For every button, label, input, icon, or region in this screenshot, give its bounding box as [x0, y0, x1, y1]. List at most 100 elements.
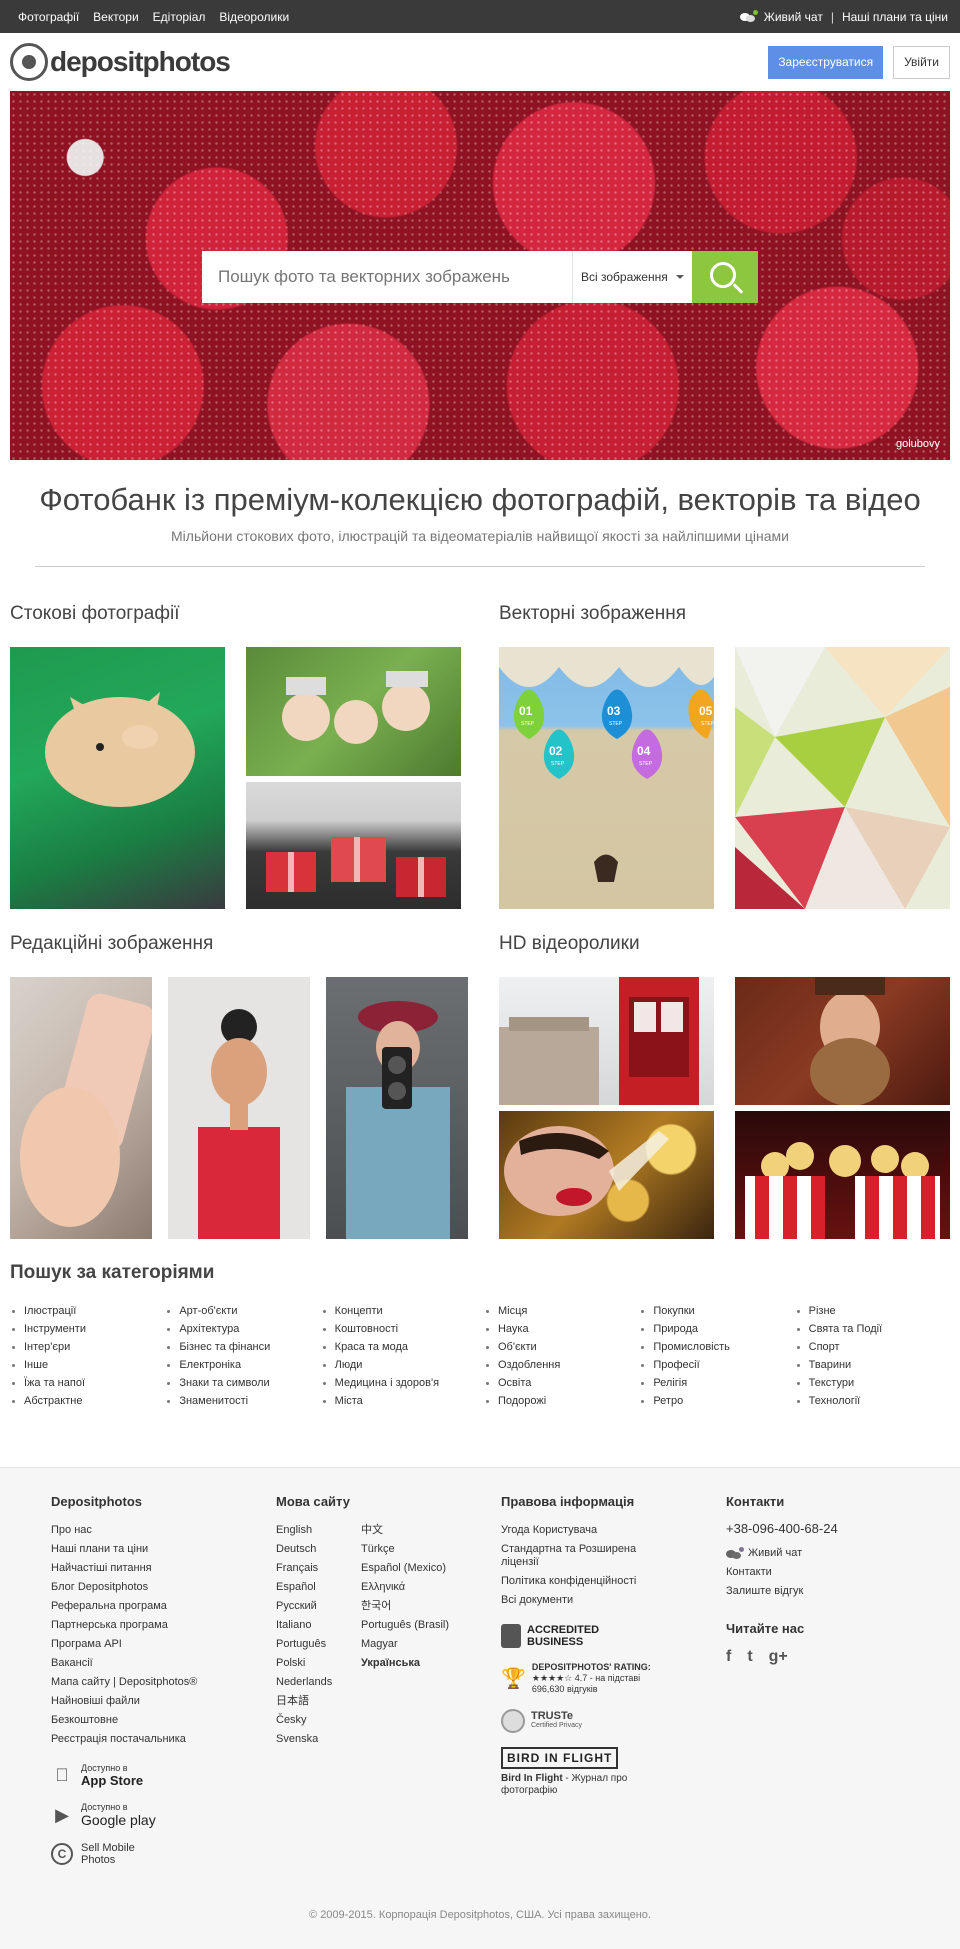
category-link[interactable]: Інше	[10, 1356, 165, 1374]
footer-link[interactable]: Всі документи	[501, 1591, 651, 1610]
stock-section-title[interactable]: Стокові фотографії	[10, 603, 180, 625]
stock-image-fox[interactable]	[10, 647, 225, 909]
language-link[interactable]: Nederlands	[276, 1673, 361, 1692]
language-link[interactable]: English	[276, 1521, 361, 1540]
search-button[interactable]	[692, 251, 758, 303]
vector-image-polygons[interactable]	[735, 647, 950, 909]
nav-videos[interactable]: Відеоролики	[219, 10, 289, 24]
category-link[interactable]: Медицина і здоров'я	[321, 1374, 476, 1392]
video-image-bearded-man[interactable]	[735, 977, 950, 1105]
editorial-image-model[interactable]	[168, 977, 310, 1239]
footer-link[interactable]: Наші плани та ціни	[51, 1540, 197, 1559]
category-link[interactable]: Релігія	[639, 1374, 794, 1392]
category-link[interactable]: Концепти	[321, 1302, 476, 1320]
stock-image-kids[interactable]	[246, 647, 461, 776]
nav-vectors[interactable]: Вектори	[93, 10, 138, 24]
category-link[interactable]: Тварини	[795, 1356, 950, 1374]
category-link[interactable]: Краса та мода	[321, 1338, 476, 1356]
bird-in-flight-badge[interactable]: BIRD IN FLIGHT Bird In Flight - Журнал п…	[501, 1747, 651, 1797]
category-link[interactable]: Їжа та напої	[10, 1374, 165, 1392]
truste-badge[interactable]: TRUSTe Certified Privacy	[501, 1709, 651, 1733]
category-link[interactable]: Абстрактне	[10, 1392, 165, 1410]
language-link[interactable]: Türkçe	[361, 1540, 461, 1559]
footer-link[interactable]: Угода Користувача	[501, 1521, 651, 1540]
editorial-section-title[interactable]: Редакційні зображення	[10, 933, 213, 955]
category-link[interactable]: Технології	[795, 1392, 950, 1410]
category-link[interactable]: Покупки	[639, 1302, 794, 1320]
category-link[interactable]: Спорт	[795, 1338, 950, 1356]
language-link[interactable]: 中文	[361, 1521, 461, 1540]
sell-mobile-badge[interactable]: C Sell Mobile Photos	[51, 1842, 197, 1866]
category-link[interactable]: Міста	[321, 1392, 476, 1410]
nav-photos[interactable]: Фотографії	[18, 10, 79, 24]
category-link[interactable]: Бізнес та фінанси	[165, 1338, 320, 1356]
google-play-badge[interactable]: ▶ Доступно в Google play	[51, 1802, 197, 1828]
category-link[interactable]: Коштовності	[321, 1320, 476, 1338]
category-link[interactable]: Архітектура	[165, 1320, 320, 1338]
search-input[interactable]	[202, 251, 572, 303]
category-link[interactable]: Місця	[484, 1302, 639, 1320]
plans-link[interactable]: Наші плани та ціни	[842, 10, 948, 24]
language-link[interactable]: Русский	[276, 1597, 361, 1616]
category-link[interactable]: Текстури	[795, 1374, 950, 1392]
footer-link[interactable]: Партнерська програма	[51, 1616, 197, 1635]
language-link[interactable]: Français	[276, 1559, 361, 1578]
footer-link[interactable]: Безкоштовне	[51, 1711, 197, 1730]
category-link[interactable]: Інтер'єри	[10, 1338, 165, 1356]
footer-link[interactable]: Блог Depositphotos	[51, 1578, 197, 1597]
footer-link[interactable]: Найновіші файли	[51, 1692, 197, 1711]
video-image-champagne[interactable]	[499, 1111, 714, 1239]
language-link[interactable]: 한국어	[361, 1597, 461, 1616]
category-link[interactable]: Промисловість	[639, 1338, 794, 1356]
register-button[interactable]: Зареєструватися	[768, 45, 884, 79]
language-link[interactable]: Português	[276, 1635, 361, 1654]
footer-link[interactable]: Реферальна програма	[51, 1597, 197, 1616]
stock-image-gifts[interactable]	[246, 782, 461, 909]
category-link[interactable]: Інструменти	[10, 1320, 165, 1338]
video-image-london[interactable]	[499, 977, 714, 1105]
language-link[interactable]: 日本語	[276, 1692, 361, 1711]
language-link[interactable]: Svenska	[276, 1730, 361, 1749]
language-link[interactable]: Português (Brasil)	[361, 1616, 461, 1635]
category-link[interactable]: Ретро	[639, 1392, 794, 1410]
twitter-icon[interactable]: t	[747, 1648, 752, 1666]
logo[interactable]: depositphotos	[10, 43, 231, 81]
vector-section-title[interactable]: Векторні зображення	[499, 603, 686, 625]
category-link[interactable]: Оздоблення	[484, 1356, 639, 1374]
category-link[interactable]: Ілюстрації	[10, 1302, 165, 1320]
video-section-title[interactable]: HD відеоролики	[499, 933, 640, 955]
footer-link[interactable]: Мапа сайту | Depositphotos®	[51, 1673, 197, 1692]
language-link[interactable]: Deutsch	[276, 1540, 361, 1559]
category-link[interactable]: Природа	[639, 1320, 794, 1338]
category-link[interactable]: Різне	[795, 1302, 950, 1320]
editorial-image-photographer[interactable]	[326, 977, 468, 1239]
language-link[interactable]: Español (Mexico)	[361, 1559, 461, 1578]
footer-link[interactable]: Контакти	[726, 1563, 838, 1582]
category-link[interactable]: Подорожі	[484, 1392, 639, 1410]
footer-link[interactable]: Залиште відгук	[726, 1582, 838, 1601]
category-link[interactable]: Електроніка	[165, 1356, 320, 1374]
google-plus-icon[interactable]: g+	[769, 1648, 788, 1666]
category-link[interactable]: Об'єкти	[484, 1338, 639, 1356]
language-link[interactable]: Polski	[276, 1654, 361, 1673]
category-link[interactable]: Арт-об'єкти	[165, 1302, 320, 1320]
footer-link[interactable]: Реєстрація постачальника	[51, 1730, 197, 1749]
language-link[interactable]: Česky	[276, 1711, 361, 1730]
language-link[interactable]: Magyar	[361, 1635, 461, 1654]
rating-badge[interactable]: 🏆 DEPOSITPHOTOS' RATING: ★★★★☆ 4.7 - на …	[501, 1662, 651, 1695]
footer-link[interactable]: Політика конфіденційності	[501, 1572, 651, 1591]
category-link[interactable]: Свята та Події	[795, 1320, 950, 1338]
category-link[interactable]: Професії	[639, 1356, 794, 1374]
language-link[interactable]: Italiano	[276, 1616, 361, 1635]
login-button[interactable]: Увійти	[893, 45, 950, 79]
footer-live-chat[interactable]: Живий чат	[726, 1544, 838, 1563]
category-link[interactable]: Наука	[484, 1320, 639, 1338]
bbb-badge[interactable]: ACCREDITED BUSINESS	[501, 1624, 651, 1648]
category-link[interactable]: Освіта	[484, 1374, 639, 1392]
language-link-active[interactable]: Українська	[361, 1654, 461, 1673]
category-link[interactable]: Люди	[321, 1356, 476, 1374]
category-link[interactable]: Знаки та символи	[165, 1374, 320, 1392]
editorial-image-phone[interactable]	[10, 977, 152, 1239]
vector-image-infographic[interactable]: 01 STEP 02 STEP 03 STEP 04 STEP 05 STEP	[499, 647, 714, 909]
video-image-popcorn[interactable]	[735, 1111, 950, 1239]
